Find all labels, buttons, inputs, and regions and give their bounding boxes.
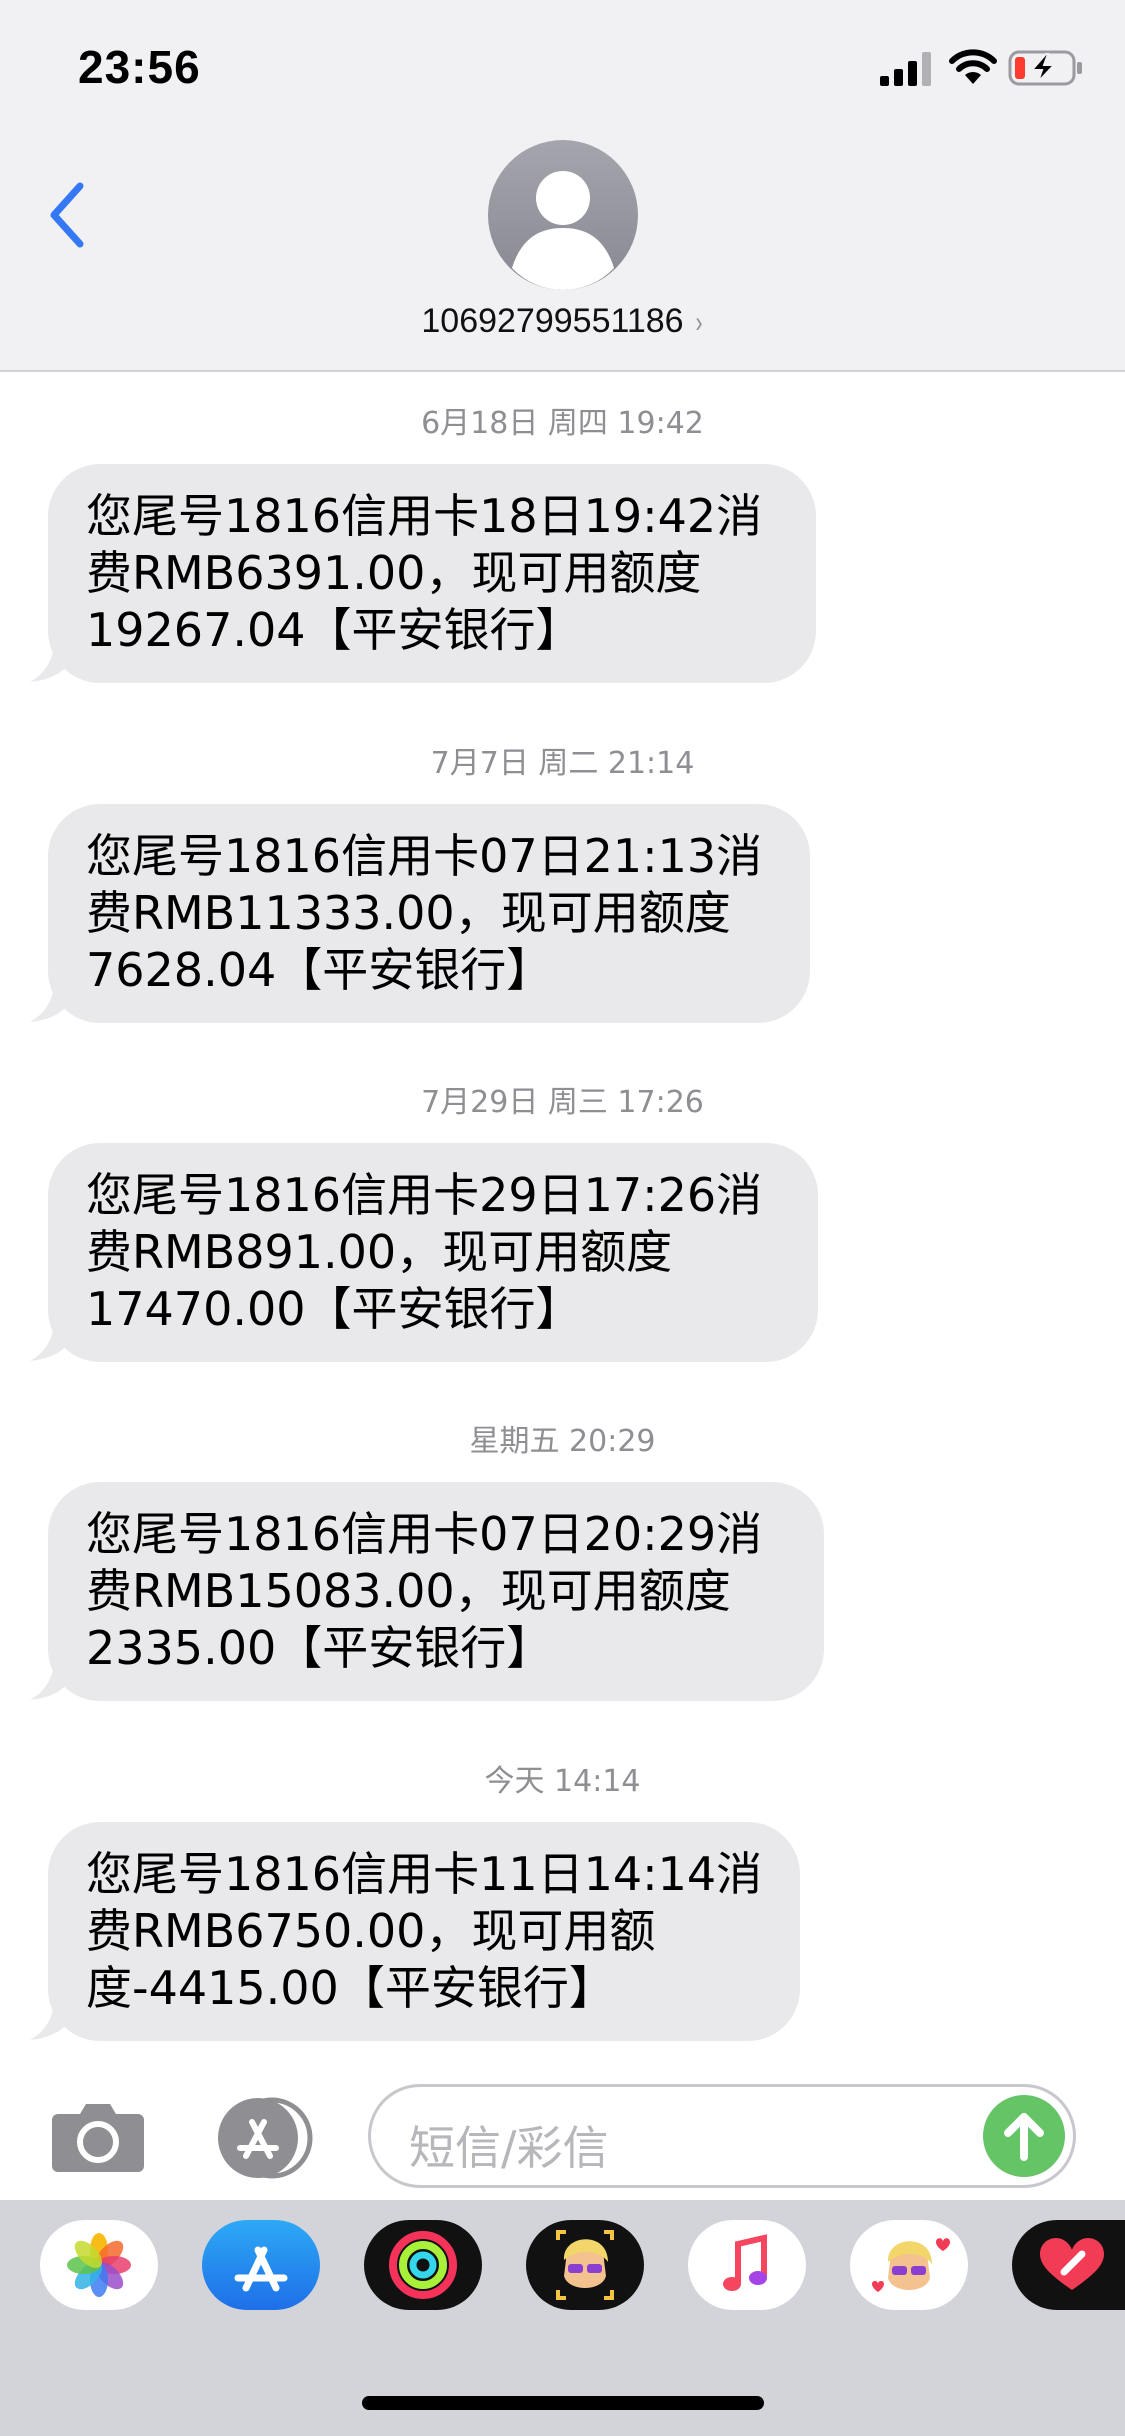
photos-app-icon[interactable] — [40, 2220, 158, 2310]
camera-icon[interactable] — [50, 2100, 146, 2174]
memoji-stickers-app-icon[interactable] — [850, 2220, 968, 2310]
music-icon — [723, 2234, 767, 2291]
wifi-icon — [949, 49, 997, 84]
message-line: 19267.04【平安银行】 — [86, 603, 582, 657]
photos-icon — [67, 2233, 131, 2297]
music-app-icon[interactable] — [688, 2220, 806, 2310]
status-bar-time: 23:56 — [78, 41, 201, 93]
message-line: 您尾号1816信用卡07日20:29消 — [86, 1507, 763, 1561]
cellular-signal-icon — [880, 52, 931, 86]
digital-touch-icon — [1040, 2238, 1104, 2290]
message-input-placeholder: 短信/彩信 — [409, 2121, 609, 2175]
message-line: 度-4415.00【平安银行】 — [86, 1961, 615, 2015]
incoming-message-bubble[interactable]: 您尾号1816信用卡29日17:26消 费RMB891.00，现可用额度 174… — [48, 1143, 818, 1362]
message-line: 您尾号1816信用卡07日21:13消 — [86, 829, 763, 883]
app-store-icon — [234, 2246, 288, 2292]
conversation-header: 23:56 10692799551186 › — [0, 0, 1125, 372]
message-timestamp: 7月29日 周三 17:26 — [421, 1085, 704, 1120]
chevron-right-icon: › — [695, 306, 703, 339]
home-indicator[interactable] — [362, 2396, 764, 2410]
message-timestamp: 今天 14:14 — [484, 1764, 641, 1799]
contact-name-button[interactable]: 10692799551186 › — [0, 302, 1125, 341]
message-composer: 短信/彩信 — [0, 2060, 1125, 2200]
memoji-stickers-icon — [872, 2238, 950, 2292]
app-store-drawer-icon[interactable] — [210, 2096, 318, 2180]
message-line: 您尾号1816信用卡18日19:42消 — [86, 489, 763, 543]
app-store-app-icon[interactable] — [202, 2220, 320, 2310]
message-timestamp: 7月7日 周二 21:14 — [430, 746, 695, 781]
arrow-up-icon — [1004, 2113, 1044, 2161]
message-line: 费RMB15083.00，现可用额度 — [86, 1564, 731, 1618]
incoming-message-bubble[interactable]: 您尾号1816信用卡11日14:14消 费RMB6750.00，现可用额 度-4… — [48, 1822, 800, 2041]
contact-avatar[interactable] — [488, 140, 638, 290]
message-timestamp: 6月18日 周四 19:42 — [421, 406, 704, 441]
message-line: 费RMB11333.00，现可用额度 — [86, 886, 731, 940]
message-line: 费RMB6391.00，现可用额度 — [86, 546, 702, 600]
message-line: 2335.00【平安银行】 — [86, 1621, 553, 1675]
message-line: 您尾号1816信用卡29日17:26消 — [86, 1168, 763, 1222]
activity-icon — [389, 2231, 457, 2299]
memoji-icon — [556, 2230, 614, 2300]
message-line: 7628.04【平安银行】 — [86, 943, 553, 997]
person-silhouette-icon — [512, 171, 614, 290]
message-timestamp: 星期五 20:29 — [469, 1424, 656, 1459]
message-line: 您尾号1816信用卡11日14:14消 — [86, 1847, 763, 1901]
incoming-message-bubble[interactable]: 您尾号1816信用卡07日20:29消 费RMB15083.00，现可用额度 2… — [48, 1482, 824, 1701]
memoji-app-icon[interactable] — [526, 2220, 644, 2310]
incoming-message-bubble[interactable]: 您尾号1816信用卡07日21:13消 费RMB11333.00，现可用额度 7… — [48, 804, 810, 1023]
message-line: 费RMB6750.00，现可用额 — [86, 1904, 656, 1958]
back-chevron-icon[interactable] — [44, 180, 90, 250]
message-line: 17470.00【平安银行】 — [86, 1282, 582, 1336]
message-line: 费RMB891.00，现可用额度 — [86, 1225, 673, 1279]
digital-touch-app-icon[interactable] — [1012, 2220, 1125, 2310]
incoming-message-bubble[interactable]: 您尾号1816信用卡18日19:42消 费RMB6391.00，现可用额度 19… — [48, 464, 816, 683]
contact-number: 10692799551186 — [421, 302, 684, 340]
activity-app-icon[interactable] — [364, 2220, 482, 2310]
message-input[interactable]: 短信/彩信 — [368, 2084, 1076, 2188]
battery-low-charging-icon — [1008, 50, 1082, 86]
send-button[interactable] — [983, 2095, 1065, 2177]
